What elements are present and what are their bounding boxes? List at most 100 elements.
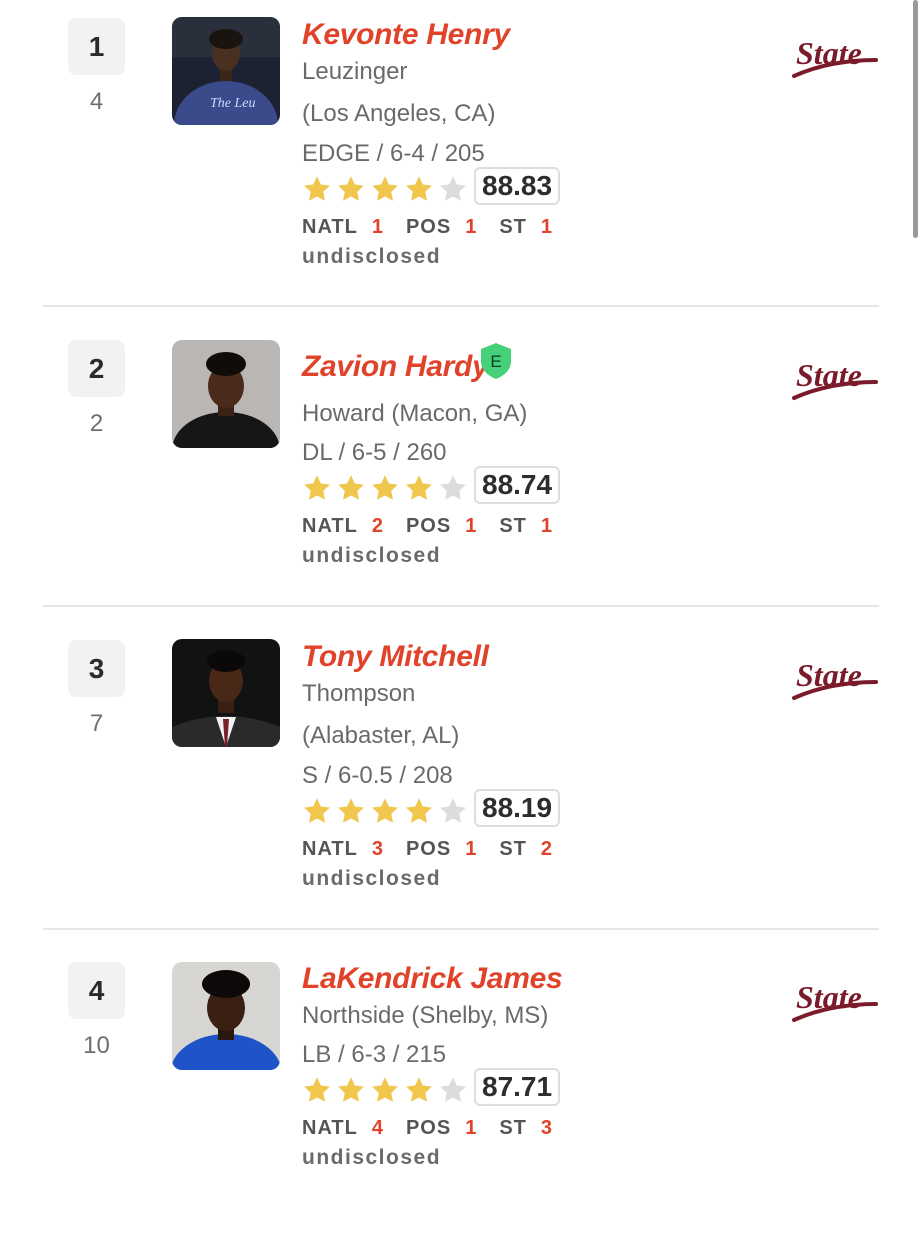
star-filled-icon [406, 176, 432, 201]
star-filled-icon [372, 176, 398, 201]
player-row[interactable]: 4 10 LaKendrick James Northside (Shelby,… [0, 944, 921, 1244]
rank-badge: 3 [68, 640, 125, 697]
star-filled-icon [338, 798, 364, 823]
pos-rank: 1 [465, 515, 478, 537]
st-rank: 1 [540, 515, 554, 537]
star-empty-icon [440, 1077, 466, 1102]
player-photo[interactable]: The Leu [172, 17, 280, 125]
pos-label: POS [405, 1117, 452, 1139]
st-label: ST [499, 838, 527, 860]
st-rank: 2 [540, 838, 554, 860]
rankings: NATL 3 POS 1 ST 2 [302, 838, 575, 861]
st-label: ST [499, 515, 527, 537]
rankings: NATL 2 POS 1 ST 1 [302, 515, 575, 538]
star-rating [302, 174, 468, 204]
st-rank: 1 [540, 216, 554, 238]
rank-badge: 2 [68, 340, 125, 397]
pos-label: POS [405, 515, 452, 537]
player-name-link[interactable]: Zavion Hardy [302, 350, 489, 384]
player-photo[interactable] [172, 962, 280, 1070]
commit-status: undisclosed [302, 245, 442, 268]
natl-rank: 2 [371, 515, 384, 537]
pos-rank: 1 [465, 1117, 478, 1139]
star-empty-icon [440, 798, 466, 823]
school-name: Thompson [302, 680, 416, 707]
rank-badge: 1 [68, 18, 125, 75]
school-name: Northside (Shelby, MS) [302, 1002, 549, 1029]
badge-letter: E [490, 352, 501, 371]
commit-status: undisclosed [302, 1146, 442, 1169]
star-filled-icon [406, 475, 432, 500]
star-filled-icon [372, 1077, 398, 1102]
pos-rank: 1 [465, 838, 478, 860]
position-height-weight: LB / 6-3 / 215 [302, 1041, 447, 1068]
star-filled-icon [304, 798, 330, 823]
svg-text:The Leu: The Leu [210, 96, 256, 111]
player-name-link[interactable]: Kevonte Henry [302, 18, 510, 52]
player-row[interactable]: 3 7 Tony Mitchell Thompson (Alabaster, A… [0, 622, 921, 922]
rank-badge: 4 [68, 962, 125, 1019]
star-filled-icon [406, 798, 432, 823]
star-rating [302, 473, 468, 503]
star-rating [302, 1075, 468, 1105]
row-divider [43, 928, 879, 930]
player-name-link[interactable]: Tony Mitchell [302, 640, 489, 674]
school-name: Howard (Macon, GA) [302, 400, 528, 427]
previous-rank: 4 [89, 88, 104, 115]
school-name: Leuzinger [302, 58, 408, 85]
st-label: ST [499, 1117, 527, 1139]
rankings: NATL 4 POS 1 ST 3 [302, 1117, 575, 1140]
natl-label: NATL [302, 1117, 358, 1139]
star-filled-icon [304, 176, 330, 201]
shield-badge-icon: E [479, 342, 513, 380]
row-divider [43, 305, 879, 307]
position-height-weight: EDGE / 6-4 / 205 [302, 140, 485, 167]
natl-rank: 1 [371, 216, 384, 238]
star-filled-icon [372, 798, 398, 823]
star-filled-icon [304, 475, 330, 500]
commit-status: undisclosed [302, 544, 442, 567]
position-height-weight: S / 6-0.5 / 208 [302, 762, 453, 789]
previous-rank: 10 [83, 1032, 110, 1059]
st-rank: 3 [540, 1117, 554, 1139]
rating-score: 88.83 [474, 167, 561, 205]
star-filled-icon [338, 475, 364, 500]
star-filled-icon [406, 1077, 432, 1102]
player-name-link[interactable]: LaKendrick James [302, 962, 563, 996]
commit-status: undisclosed [302, 867, 442, 890]
player-photo[interactable] [172, 639, 280, 747]
position-height-weight: DL / 6-5 / 260 [302, 439, 447, 466]
player-photo[interactable] [172, 340, 280, 448]
previous-rank: 2 [89, 410, 104, 437]
natl-rank: 4 [371, 1117, 384, 1139]
pos-label: POS [405, 216, 452, 238]
star-empty-icon [440, 176, 466, 201]
team-logo[interactable]: State [790, 974, 882, 1030]
rating-score: 88.19 [474, 789, 561, 827]
team-logo[interactable]: State [790, 352, 882, 408]
previous-rank: 7 [89, 710, 104, 737]
school-location: (Los Angeles, CA) [302, 100, 496, 127]
team-logo[interactable]: State [790, 652, 882, 708]
natl-rank: 3 [371, 838, 384, 860]
player-row[interactable]: 2 2 Zavion Hardy E Howard (Macon, GA) DL… [0, 322, 921, 622]
rating-score: 87.71 [474, 1068, 561, 1106]
player-row[interactable]: 1 4 The Leu Kevonte Henry Leuzinger (Los… [0, 0, 921, 300]
natl-label: NATL [302, 515, 358, 537]
st-label: ST [499, 216, 527, 238]
star-rating [302, 796, 468, 826]
school-location: (Alabaster, AL) [302, 722, 460, 749]
team-logo[interactable]: State [790, 30, 882, 86]
star-filled-icon [338, 176, 364, 201]
natl-label: NATL [302, 838, 358, 860]
pos-label: POS [405, 838, 452, 860]
pos-rank: 1 [465, 216, 478, 238]
rating-score: 88.74 [474, 466, 561, 504]
star-empty-icon [440, 475, 466, 500]
star-filled-icon [338, 1077, 364, 1102]
star-filled-icon [304, 1077, 330, 1102]
rankings: NATL 1 POS 1 ST 1 [302, 216, 575, 239]
star-filled-icon [372, 475, 398, 500]
natl-label: NATL [302, 216, 358, 238]
row-divider [43, 605, 879, 607]
